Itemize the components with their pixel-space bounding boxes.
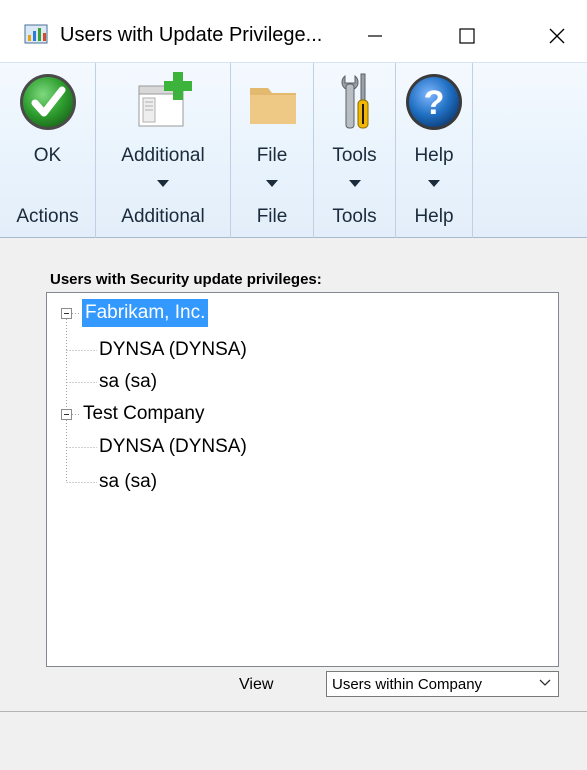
- minimize-button[interactable]: [346, 14, 404, 58]
- ribbon-group-help: ? Help Help: [396, 63, 473, 238]
- maximize-button[interactable]: [438, 14, 496, 58]
- minimize-icon: [368, 35, 382, 37]
- file-button-label: File: [256, 145, 288, 166]
- tools-group-caption: Tools: [332, 206, 377, 227]
- svg-text:?: ?: [424, 84, 445, 122]
- dropdown-arrow-icon: [428, 180, 440, 187]
- dropdown-arrow-icon: [348, 180, 361, 187]
- ribbon-group-tools: Tools Tools: [314, 63, 396, 238]
- ribbon-group-actions: OK Actions: [0, 63, 96, 238]
- tools-button[interactable]: Tools: [314, 63, 395, 193]
- collapse-toggle-icon[interactable]: [61, 409, 72, 420]
- tree-company-node[interactable]: Fabrikam, Inc.: [82, 299, 209, 327]
- maximize-icon: [459, 28, 475, 44]
- dialog-window: Users with Update Privilege... OK Action…: [0, 0, 587, 770]
- help-button-label: Help: [414, 145, 454, 166]
- title-bar[interactable]: Users with Update Privilege...: [0, 0, 587, 62]
- users-tree-view[interactable]: Fabrikam, Inc. DYNSA (DYNSA) sa (sa) Tes…: [46, 292, 559, 667]
- collapse-toggle-icon[interactable]: [61, 308, 72, 319]
- ok-button[interactable]: OK: [0, 63, 95, 193]
- view-select-value: Users within Company: [332, 676, 483, 693]
- tree-user-node[interactable]: DYNSA (DYNSA): [99, 433, 247, 461]
- view-select[interactable]: Users within Company: [326, 671, 559, 697]
- folder-icon: [250, 88, 296, 124]
- checkmark-icon: [19, 74, 76, 130]
- help-icon: ?: [406, 74, 462, 130]
- actions-group-caption: Actions: [16, 206, 79, 227]
- dropdown-arrow-icon: [157, 180, 169, 187]
- tree-user-node[interactable]: DYNSA (DYNSA): [99, 336, 247, 364]
- app-icon: [24, 24, 48, 44]
- ribbon-group-file: File File: [231, 63, 314, 238]
- help-button[interactable]: ? Help: [396, 63, 472, 193]
- ribbon-group-additional: Additional Additional: [96, 63, 231, 238]
- tree-company-node[interactable]: Test Company: [83, 400, 204, 428]
- file-button[interactable]: File: [231, 63, 313, 193]
- view-label: View: [239, 676, 274, 693]
- add-window-icon: [138, 72, 192, 127]
- ok-button-label: OK: [33, 145, 62, 166]
- additional-button[interactable]: Additional: [96, 63, 230, 193]
- window-title: Users with Update Privilege...: [60, 24, 323, 46]
- help-group-caption: Help: [414, 206, 454, 227]
- additional-group-caption: Additional: [121, 206, 205, 227]
- tree-heading: Users with Security update privileges:: [50, 271, 322, 288]
- tree-user-node[interactable]: sa (sa): [99, 468, 157, 496]
- status-bar: [0, 711, 587, 770]
- tools-button-label: Tools: [332, 145, 377, 166]
- dropdown-arrow-icon: [266, 180, 278, 187]
- close-button[interactable]: [528, 14, 586, 58]
- close-icon: [549, 28, 565, 44]
- chevron-down-icon: [539, 679, 551, 686]
- tree-user-node[interactable]: sa (sa): [99, 368, 157, 396]
- ribbon-toolbar: OK Actions Additional Additional File Fi…: [0, 62, 587, 238]
- tools-icon: [341, 73, 368, 129]
- additional-button-label: Additional: [121, 145, 205, 166]
- file-group-caption: File: [256, 206, 288, 227]
